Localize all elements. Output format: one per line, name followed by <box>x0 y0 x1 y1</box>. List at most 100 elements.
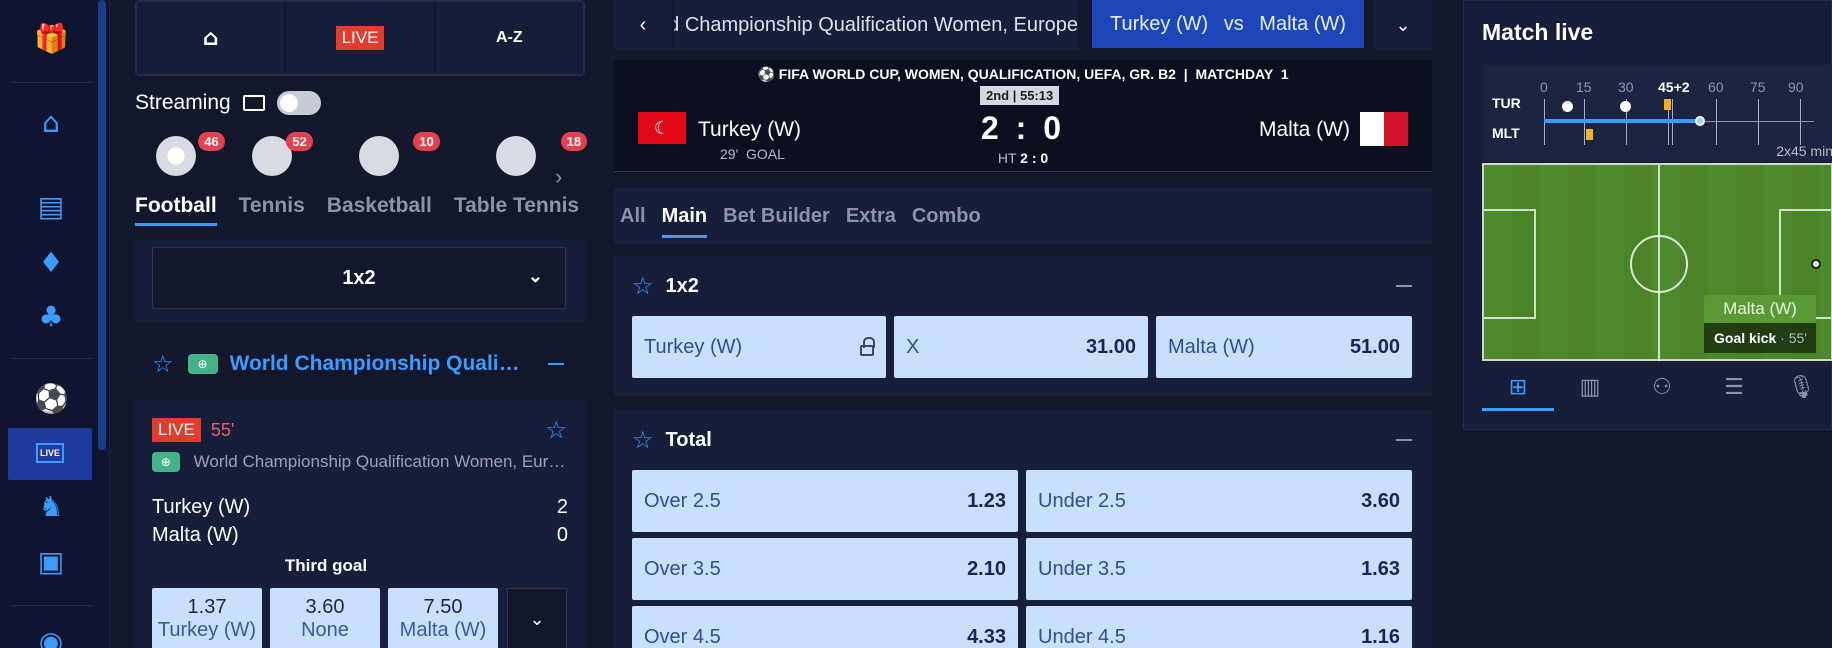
home-icon[interactable]: ⌂ <box>34 106 68 140</box>
streaming-toggle[interactable] <box>276 91 321 115</box>
selection-under[interactable]: Under 2.5 3.60 <box>1026 470 1412 532</box>
star-icon[interactable]: ☆ <box>152 350 174 378</box>
sport-selector: 46 Football 52 Tennis 10 Basketball 18 T… <box>135 128 601 226</box>
tracker-tabs: ⊞ ▥ ⚇ ☰ 🎙 <box>1482 363 1832 411</box>
sport-basketball[interactable]: 10 Basketball <box>327 128 440 218</box>
market-header[interactable]: ☆ 1x2 <box>614 256 1432 316</box>
away-team-score: 0 <box>556 524 568 546</box>
market-dropdown-value: 1x2 <box>342 266 376 289</box>
tab-lineups[interactable]: ⚇ <box>1626 363 1698 411</box>
event-minute: 55' <box>1788 330 1807 346</box>
malta-flag-icon <box>1360 112 1408 146</box>
tab-combo[interactable]: Combo <box>912 188 981 244</box>
selection-over[interactable]: Over 3.5 2.10 <box>632 538 1018 600</box>
selection-over[interactable]: Over 2.5 1.23 <box>632 470 1018 532</box>
live-tab[interactable]: LIVE <box>286 2 436 74</box>
selection-name: Under 2.5 <box>1038 489 1126 512</box>
tick-label: 15 <box>1576 79 1592 95</box>
chevron-left-icon: ‹ <box>639 14 647 36</box>
vs-away: Malta (W) <box>1259 13 1346 35</box>
event-name: Goal kick <box>1714 330 1777 346</box>
event-selector[interactable]: Turkey (W) vs Malta (W) <box>1092 0 1364 48</box>
globe-icon: ⊕ <box>152 452 180 472</box>
tab-commentary[interactable]: 🎙 <box>1770 363 1832 411</box>
timeline-gridline <box>1758 99 1759 145</box>
rail-scrollbar[interactable] <box>98 0 106 450</box>
sport-tennis[interactable]: 52 Tennis <box>239 128 313 218</box>
tab-pitch[interactable]: ⊞ <box>1482 363 1554 411</box>
odds-button-away[interactable]: 7.50 Malta (W) <box>388 588 498 648</box>
selection-name: Over 2.5 <box>644 489 721 512</box>
collapse-icon[interactable] <box>1396 285 1412 287</box>
selection-over[interactable]: Over 4.5 4.33 <box>632 606 1018 648</box>
home-tab[interactable]: ⌂ <box>137 2 287 74</box>
market-header[interactable]: ☆ Total <box>614 410 1432 470</box>
star-icon[interactable]: ☆ <box>632 272 654 300</box>
ht-score: 2 : 0 <box>1020 150 1049 166</box>
odds-label: None <box>301 619 349 641</box>
event-description: Goal kick · 55' <box>1704 323 1816 353</box>
live-nav-item[interactable]: LIVE <box>8 428 92 480</box>
yellow-card-icon <box>1586 129 1593 140</box>
tab-main[interactable]: Main <box>661 188 707 244</box>
tab-table[interactable]: ☰ <box>1698 363 1770 411</box>
event-menu-button[interactable]: ⌄ <box>1374 0 1432 50</box>
selection-odds: 51.00 <box>1349 335 1400 358</box>
odds-button-none[interactable]: 3.60 None <box>270 588 380 648</box>
goal-icon <box>1562 101 1573 112</box>
away-team-row: Malta (W) 0 <box>152 524 568 547</box>
star-icon[interactable]: ☆ <box>632 426 654 454</box>
match-timeline: 0 15 30 45+2 60 75 90 TUR MLT 2x45 min <box>1482 65 1832 161</box>
selection-draw[interactable]: X 31.00 <box>894 316 1148 378</box>
home-team-row: Turkey (W) 2 <box>152 496 568 519</box>
pitch-icon: ⊞ <box>1508 374 1528 400</box>
tab-extra[interactable]: Extra <box>846 188 896 244</box>
competition-title[interactable]: World Championship Qualification Women, … <box>674 0 1078 50</box>
league-name[interactable]: World Championship Qualification Women, … <box>230 352 526 376</box>
market-tabs: All Main Bet Builder Extra Combo <box>614 188 1432 244</box>
sport-football[interactable]: 46 Football <box>135 128 225 226</box>
tab-stats[interactable]: ▥ <box>1554 363 1626 411</box>
table-icon: ☰ <box>1724 374 1744 400</box>
back-button[interactable]: ‹ <box>614 0 672 50</box>
match-minute: 55' <box>210 419 235 440</box>
sports-panel: ⌂ LIVE A-Z Streaming 46 Football 52 Tenn… <box>135 0 588 648</box>
odds-button-home[interactable]: 1.37 Turkey (W) <box>152 588 262 648</box>
horse-icon[interactable]: ♞ <box>34 490 68 524</box>
league-header[interactable]: ☆ ⊕ World Championship Qualification Wom… <box>135 336 585 392</box>
slot-machine-icon[interactable]: ▤ <box>34 190 68 224</box>
live-status: LIVE 55' <box>152 418 234 442</box>
az-tab[interactable]: A-Z <box>436 2 583 74</box>
collapse-icon[interactable] <box>547 363 564 365</box>
selection-odds: 2.10 <box>967 557 1006 580</box>
selection-odds: 31.00 <box>1085 335 1136 358</box>
side-rail: 🎁 ⌂ ▤ ♦ ♣ ⚽ LIVE ♞ ▣ ◉ <box>0 0 110 648</box>
selection-name: Over 3.5 <box>644 557 721 580</box>
selection-under[interactable]: Under 3.5 1.63 <box>1026 538 1412 600</box>
selection-under[interactable]: Under 4.5 1.16 <box>1026 606 1412 648</box>
odds-value: 3.60 <box>305 596 345 618</box>
event-topbar: ‹ World Championship Qualification Women… <box>614 0 1432 50</box>
timeline-progress <box>1544 119 1700 123</box>
star-icon[interactable]: ☆ <box>545 416 567 444</box>
selection-home[interactable]: Turkey (W) <box>632 316 886 378</box>
tab-bet-builder[interactable]: Bet Builder <box>723 188 830 244</box>
clover-icon[interactable]: ♣ <box>34 300 68 334</box>
chevron-right-icon[interactable]: › <box>555 164 562 190</box>
live-match-card[interactable]: LIVE 55' ☆ ⊕ World Championship Qualific… <box>135 400 585 648</box>
market-dropdown[interactable]: 1x2 ⌄ <box>152 247 566 309</box>
collapse-icon[interactable] <box>1396 439 1412 441</box>
streaming-filter: Streaming <box>135 88 321 118</box>
selection-away[interactable]: Malta (W) 51.00 <box>1156 316 1412 378</box>
tab-all[interactable]: All <box>620 188 646 244</box>
top-nav-tabs: ⌂ LIVE A-Z <box>135 0 585 76</box>
football-icon[interactable]: ⚽ <box>34 382 69 416</box>
cards-icon[interactable]: ♦ <box>34 246 68 280</box>
esports-icon[interactable]: ◉ <box>34 625 68 648</box>
selection-odds: 1.16 <box>1361 625 1400 648</box>
gift-icon[interactable]: 🎁 <box>34 22 69 56</box>
rail-divider <box>12 605 92 606</box>
virtual-sports-icon[interactable]: ▣ <box>34 545 68 579</box>
tick-label: 90 <box>1788 79 1804 95</box>
more-markets-dropdown[interactable]: ⌄ <box>507 588 567 648</box>
